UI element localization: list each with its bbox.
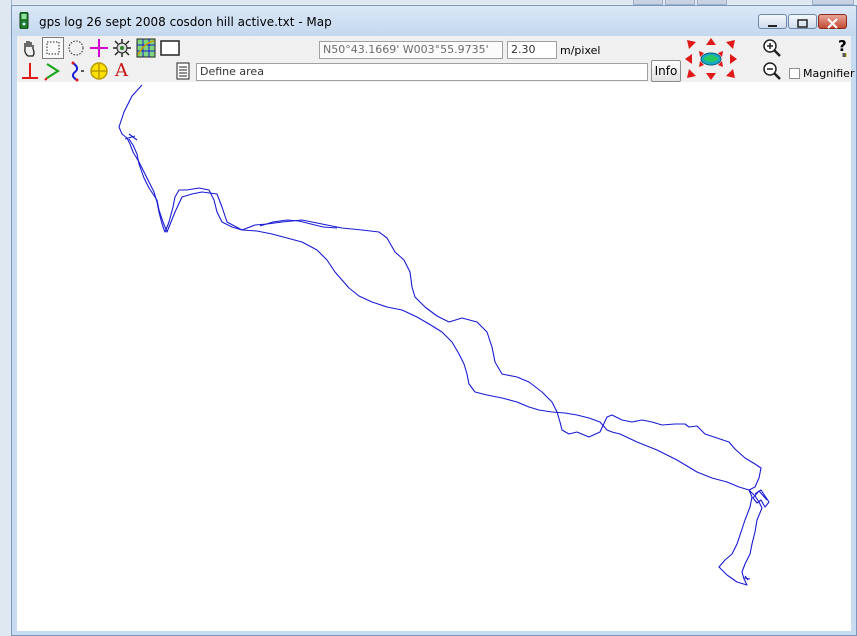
magnifier-label: Magnifier — [803, 67, 855, 80]
status-field[interactable]: Define area — [196, 63, 648, 81]
route-tool[interactable] — [42, 60, 64, 82]
scale-field[interactable]: 2.30 — [507, 41, 557, 59]
maximize-button[interactable] — [788, 14, 817, 29]
gps-track — [118, 84, 770, 586]
minimize-button[interactable] — [758, 14, 787, 29]
route-arrow-icon — [44, 63, 61, 81]
grid-map-icon — [136, 38, 156, 58]
perpendicular-icon — [22, 63, 38, 79]
zoom-in-button[interactable] — [761, 37, 783, 59]
map-grid-tool[interactable] — [135, 37, 157, 59]
magnifier-checkbox[interactable] — [789, 68, 800, 79]
gps-device-icon — [19, 12, 29, 29]
minimize-icon — [768, 25, 777, 27]
zoom-in-icon — [763, 39, 781, 57]
maximize-icon — [797, 19, 808, 28]
help-glyph: ? — [838, 37, 847, 55]
list-document-icon — [176, 62, 190, 80]
waypoint-tool[interactable] — [88, 60, 110, 82]
crosshair-tool[interactable] — [88, 37, 110, 59]
scale-unit-label: m/pixel — [560, 44, 601, 57]
close-icon — [827, 18, 838, 29]
zoom-out-icon — [763, 62, 781, 80]
hand-pan-icon — [24, 41, 35, 57]
pan-tool[interactable] — [19, 37, 41, 59]
text-tool-icon: A — [115, 60, 128, 81]
pan-arrows-control[interactable] — [683, 37, 739, 81]
rectangle-select-tool[interactable] — [42, 37, 64, 59]
window-title: gps log 26 sept 2008 cosdon hill active.… — [39, 15, 332, 29]
title-bar[interactable]: gps log 26 sept 2008 cosdon hill active.… — [12, 6, 856, 36]
pan-arrows-icon — [685, 38, 737, 80]
coordinates-field[interactable]: N50°43.1669' W003°55.9735' — [319, 41, 503, 59]
info-button[interactable]: Info — [651, 60, 681, 82]
map-canvas[interactable] — [17, 82, 851, 631]
map-window: gps log 26 sept 2008 cosdon hill active.… — [11, 5, 857, 636]
ellipse-select-tool[interactable] — [65, 37, 87, 59]
gps-track-map[interactable] — [17, 82, 851, 631]
rect-select-icon — [46, 41, 60, 55]
settings-tool[interactable] — [111, 37, 133, 59]
zoom-out-button[interactable] — [761, 60, 783, 82]
target-icon — [90, 62, 108, 80]
toolbar: N50°43.1669' W003°55.9735' 2.30 m/pixel — [17, 36, 855, 82]
track-segment-icon — [71, 61, 84, 82]
perpendicular-tool[interactable] — [19, 60, 41, 82]
close-button[interactable] — [818, 14, 847, 29]
track-tool[interactable] — [65, 60, 87, 82]
list-button[interactable] — [172, 60, 194, 82]
text-tool[interactable]: A — [111, 60, 133, 82]
desktop-top-strip — [0, 0, 857, 5]
frame-tool[interactable] — [159, 37, 181, 59]
ellipse-select-icon — [68, 40, 84, 56]
blank-frame-icon — [160, 40, 180, 56]
gear-settings-icon — [113, 39, 131, 57]
crosshair-icon — [90, 39, 108, 57]
help-button[interactable]: ? — [833, 37, 851, 59]
